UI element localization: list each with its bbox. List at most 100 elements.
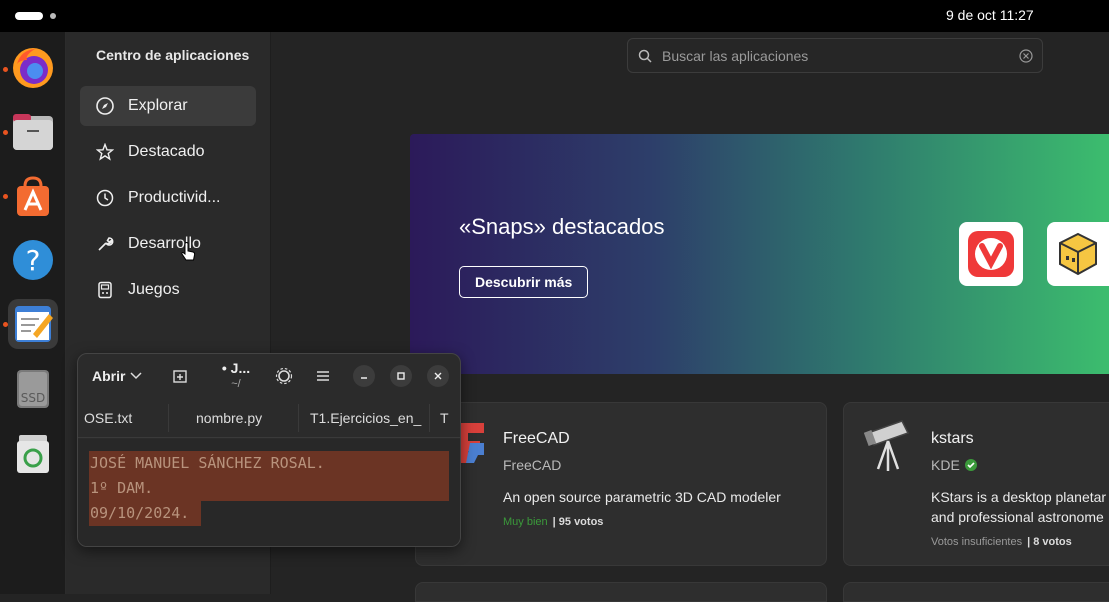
dock-item-firefox[interactable] bbox=[8, 43, 58, 93]
app-center-icon bbox=[17, 176, 49, 216]
app-card-partial[interactable] bbox=[843, 582, 1109, 602]
description-line: KStars is a desktop planetar bbox=[931, 489, 1107, 505]
verified-badge-icon bbox=[964, 459, 977, 471]
new-tab-icon bbox=[173, 370, 187, 383]
svg-text:?: ? bbox=[26, 244, 41, 277]
document-settings-button[interactable] bbox=[272, 364, 296, 388]
search-input[interactable] bbox=[662, 47, 1012, 64]
cube-app-icon bbox=[1059, 232, 1097, 276]
tab-partial[interactable]: T bbox=[440, 398, 460, 438]
sidebar-item-productividad[interactable]: Productivid... bbox=[80, 178, 256, 218]
telescope-icon bbox=[864, 420, 910, 471]
sidebar-title: Centro de aplicaciones bbox=[96, 47, 250, 63]
editor-text-area[interactable]: JOSÉ MANUEL SÁNCHEZ ROSAL. 1º DAM. 09/10… bbox=[78, 439, 460, 546]
trash-icon bbox=[17, 435, 49, 473]
sidebar-item-juegos[interactable]: Juegos bbox=[80, 270, 256, 310]
app-description: KStars is a desktop planetar and profess… bbox=[931, 487, 1106, 527]
document-path: ~/ bbox=[231, 378, 241, 390]
featured-app-cube[interactable] bbox=[1047, 222, 1109, 286]
text-editor-window: Abrir • J... ~/ OSE.txt nombre.py T1.Eje… bbox=[77, 353, 461, 547]
tab-label: OSE.txt bbox=[84, 410, 133, 426]
dock: ? SSD bbox=[0, 32, 66, 594]
featured-app-vivaldi[interactable] bbox=[959, 222, 1023, 286]
tab-separator bbox=[298, 404, 299, 432]
editor-tab-bar: OSE.txt nombre.py T1.Ejercicios_en_ T bbox=[78, 398, 460, 438]
chevron-down-icon bbox=[130, 372, 142, 380]
tab-label: T1.Ejercicios_en_ bbox=[310, 410, 422, 426]
gamepad-icon bbox=[96, 281, 114, 299]
app-rating: Votos insuficientes | 8 votos bbox=[931, 536, 1072, 548]
app-developer: FreeCAD bbox=[503, 457, 561, 473]
tab-nombre-py[interactable]: nombre.py bbox=[196, 398, 296, 438]
maximize-button[interactable] bbox=[390, 365, 412, 387]
tab-label: T bbox=[440, 410, 449, 426]
workspace-dot[interactable] bbox=[50, 13, 56, 19]
sidebar-item-desarrollo[interactable]: Desarrollo bbox=[80, 224, 256, 264]
rating-label: Votos insuficientes bbox=[931, 536, 1023, 548]
discover-more-button[interactable]: Descubrir más bbox=[459, 266, 589, 298]
description-line: and professional astronome bbox=[931, 509, 1104, 525]
document-title: • J... bbox=[221, 360, 251, 376]
close-button[interactable] bbox=[427, 365, 449, 387]
clock-icon bbox=[96, 189, 114, 207]
text-line: 09/10/2024. bbox=[89, 501, 201, 526]
developer-name: KDE bbox=[931, 457, 960, 473]
hamburger-menu-icon bbox=[317, 371, 329, 381]
clear-search-icon[interactable] bbox=[1019, 49, 1033, 63]
app-description: An open source parametric 3D CAD modeler bbox=[503, 489, 781, 505]
app-card-kstars[interactable]: kstars KDE KStars is a desktop planetar … bbox=[843, 402, 1109, 566]
app-name: FreeCAD bbox=[503, 430, 570, 447]
maximize-icon bbox=[397, 372, 405, 380]
minimize-icon bbox=[361, 377, 367, 379]
dock-item-files[interactable] bbox=[8, 107, 58, 157]
text-line: JOSÉ MANUEL SÁNCHEZ ROSAL. bbox=[89, 451, 449, 476]
tab-label: nombre.py bbox=[196, 410, 263, 426]
svg-text:SSD: SSD bbox=[21, 391, 45, 405]
minimize-button[interactable] bbox=[353, 365, 375, 387]
wrench-icon bbox=[96, 235, 114, 253]
sidebar-item-label: Juegos bbox=[128, 281, 180, 298]
app-card-partial[interactable] bbox=[415, 582, 827, 602]
app-name: kstars bbox=[931, 430, 974, 447]
dock-item-trash[interactable] bbox=[8, 428, 58, 478]
files-icon bbox=[13, 114, 53, 150]
open-menu-button[interactable]: Abrir bbox=[92, 368, 142, 384]
sidebar-item-label: Destacado bbox=[128, 143, 205, 160]
star-icon bbox=[96, 143, 114, 161]
text-editor-icon bbox=[15, 306, 53, 342]
clock[interactable]: 9 de oct 11:27 bbox=[946, 7, 1034, 23]
tab-t1-ejercicios[interactable]: T1.Ejercicios_en_ bbox=[310, 398, 424, 438]
rating-label: Muy bien bbox=[503, 516, 548, 528]
close-icon bbox=[434, 372, 442, 380]
settings-gear-icon bbox=[275, 367, 293, 385]
sidebar-item-explorar[interactable]: Explorar bbox=[80, 86, 256, 126]
main-menu-button[interactable] bbox=[311, 364, 335, 388]
dock-item-ssd[interactable]: SSD bbox=[8, 363, 58, 413]
compass-icon bbox=[96, 97, 114, 115]
activities-indicator[interactable] bbox=[15, 12, 43, 20]
app-developer: KDE bbox=[931, 457, 977, 473]
dock-item-app-center[interactable] bbox=[8, 171, 58, 221]
text-line: 1º DAM. bbox=[89, 476, 449, 501]
search-bar[interactable] bbox=[627, 38, 1043, 73]
tab-ose-txt[interactable]: OSE.txt bbox=[84, 398, 168, 438]
featured-banner[interactable]: «Snaps» destacados Descubrir más bbox=[410, 134, 1109, 374]
hand-cursor-icon bbox=[181, 242, 196, 261]
tab-separator bbox=[429, 404, 430, 432]
ssd-drive-icon: SSD bbox=[17, 370, 49, 408]
vote-count: | 8 votos bbox=[1027, 536, 1072, 548]
tab-separator bbox=[168, 404, 169, 432]
editor-header-bar: Abrir • J... ~/ bbox=[78, 354, 460, 398]
firefox-icon bbox=[13, 48, 53, 88]
dock-item-help[interactable]: ? bbox=[8, 235, 58, 285]
dock-item-text-editor[interactable] bbox=[8, 299, 58, 349]
app-card-freecad[interactable]: FreeCAD FreeCAD An open source parametri… bbox=[415, 402, 827, 566]
new-tab-button[interactable] bbox=[168, 364, 192, 388]
app-rating: Muy bien | 95 votos bbox=[503, 516, 603, 528]
sidebar-item-destacado[interactable]: Destacado bbox=[80, 132, 256, 172]
vote-count: | 95 votos bbox=[552, 516, 604, 528]
sidebar-item-label: Productivid... bbox=[128, 189, 221, 206]
search-icon bbox=[638, 49, 652, 63]
banner-title: «Snaps» destacados bbox=[459, 214, 665, 239]
open-label: Abrir bbox=[92, 368, 126, 384]
